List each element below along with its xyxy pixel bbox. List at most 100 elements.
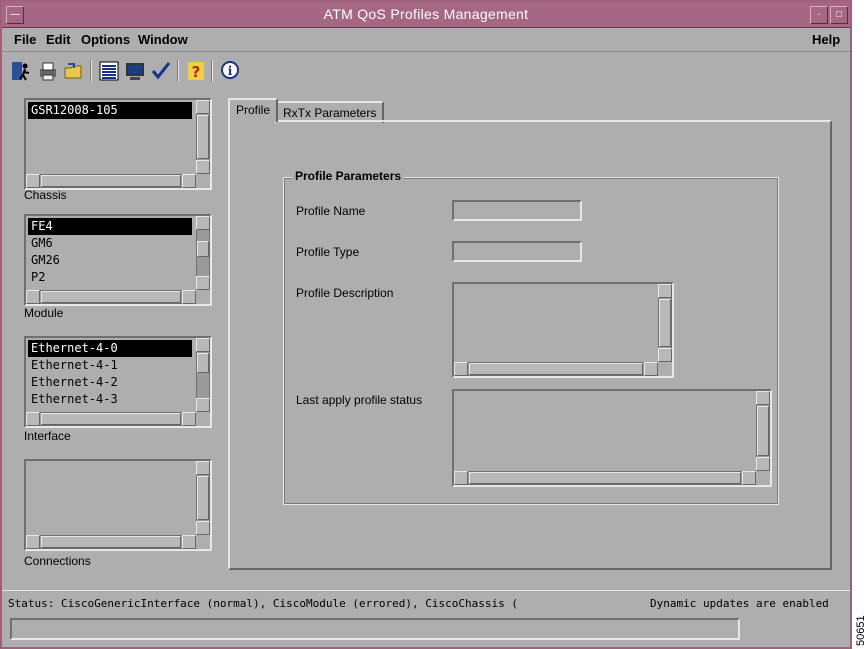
horizontal-scrollbar[interactable] <box>26 174 196 188</box>
scroll-left-arrow-icon[interactable] <box>454 471 468 485</box>
info-icon[interactable]: i <box>217 58 243 84</box>
printer-icon[interactable] <box>35 58 61 84</box>
last-apply-status-label: Last apply profile status <box>296 393 423 407</box>
vertical-scrollbar[interactable] <box>196 216 210 290</box>
scroll-thumb[interactable] <box>469 472 741 484</box>
title-bar[interactable]: — ATM QoS Profiles Management · □ <box>2 2 850 28</box>
open-folder-icon[interactable] <box>61 58 87 84</box>
connections-list[interactable] <box>24 459 212 551</box>
menu-options[interactable]: Options <box>81 32 130 47</box>
status-text: Status: CiscoGenericInterface (normal), … <box>8 597 518 610</box>
scroll-right-arrow-icon[interactable] <box>182 535 196 549</box>
scroll-down-arrow-icon[interactable] <box>196 521 210 535</box>
horizontal-scrollbar[interactable] <box>26 535 196 549</box>
scroll-thumb[interactable] <box>197 476 209 520</box>
toolbar-separator <box>90 60 92 82</box>
module-label: Module <box>24 306 64 320</box>
scroll-thumb[interactable] <box>41 291 181 303</box>
scroll-up-arrow-icon[interactable] <box>196 216 210 230</box>
scroll-down-arrow-icon[interactable] <box>196 276 210 290</box>
horizontal-scrollbar[interactable] <box>26 412 196 426</box>
scroll-down-arrow-icon[interactable] <box>756 457 770 471</box>
scroll-left-arrow-icon[interactable] <box>26 174 40 188</box>
scroll-up-arrow-icon[interactable] <box>196 100 210 114</box>
list-item[interactable]: Ethernet-4-0 <box>28 340 192 357</box>
scroll-thumb[interactable] <box>757 406 769 456</box>
menu-window[interactable]: Window <box>138 32 188 47</box>
vertical-scrollbar[interactable] <box>196 338 210 412</box>
scroll-right-arrow-icon[interactable] <box>182 290 196 304</box>
scroll-left-arrow-icon[interactable] <box>26 290 40 304</box>
last-apply-status-textarea[interactable] <box>452 389 772 487</box>
chassis-list[interactable]: GSR12008-105 <box>24 98 212 190</box>
scroll-thumb[interactable] <box>197 353 209 373</box>
status-message-field <box>10 618 740 640</box>
scroll-down-arrow-icon[interactable] <box>658 348 672 362</box>
vertical-scrollbar[interactable] <box>196 461 210 535</box>
interface-list[interactable]: Ethernet-4-0 Ethernet-4-1 Ethernet-4-2 E… <box>24 336 212 428</box>
svg-text:?: ? <box>192 63 201 81</box>
scroll-left-arrow-icon[interactable] <box>26 412 40 426</box>
list-item[interactable]: Ethernet-4-1 <box>28 357 192 374</box>
scroll-thumb[interactable] <box>659 299 671 347</box>
menu-edit[interactable]: Edit <box>46 32 71 47</box>
menu-help[interactable]: Help <box>812 32 840 47</box>
list-item[interactable]: Ethernet-4-3 <box>28 391 192 408</box>
scroll-up-arrow-icon[interactable] <box>756 391 770 405</box>
horizontal-scrollbar[interactable] <box>454 471 756 485</box>
help-icon[interactable]: ? <box>183 58 209 84</box>
exit-icon[interactable] <box>8 58 34 84</box>
list-item[interactable]: Ethernet-4-2 <box>28 374 192 391</box>
list-item[interactable]: P2 <box>28 269 192 286</box>
scroll-thumb[interactable] <box>41 536 181 548</box>
scroll-up-arrow-icon[interactable] <box>196 338 210 352</box>
module-list-items: FE4 GM6 GM26 P2 <box>28 218 192 286</box>
scroll-up-arrow-icon[interactable] <box>196 461 210 475</box>
monitor-icon[interactable] <box>122 58 148 84</box>
toolbar-separator <box>177 60 179 82</box>
scroll-thumb[interactable] <box>41 413 181 425</box>
minimize-button[interactable]: · <box>810 6 828 24</box>
profile-description-textarea[interactable] <box>452 282 674 378</box>
vertical-scrollbar[interactable] <box>756 391 770 471</box>
status-bar: Status: CiscoGenericInterface (normal), … <box>2 590 850 647</box>
list-item[interactable]: GM26 <box>28 252 192 269</box>
menu-file[interactable]: File <box>14 32 36 47</box>
scroll-up-arrow-icon[interactable] <box>658 284 672 298</box>
interface-list-items: Ethernet-4-0 Ethernet-4-1 Ethernet-4-2 E… <box>28 340 192 408</box>
scroll-thumb[interactable] <box>197 115 209 159</box>
profile-description-label: Profile Description <box>296 286 394 300</box>
scroll-thumb[interactable] <box>469 363 643 375</box>
list-item[interactable]: GSR12008-105 <box>28 102 192 119</box>
scroll-down-arrow-icon[interactable] <box>196 398 210 412</box>
toolbar: ? i <box>2 54 850 88</box>
maximize-button[interactable]: □ <box>830 6 848 24</box>
vertical-scrollbar[interactable] <box>196 100 210 174</box>
scroll-thumb[interactable] <box>41 175 181 187</box>
horizontal-scrollbar[interactable] <box>454 362 658 376</box>
module-list[interactable]: FE4 GM6 GM26 P2 <box>24 214 212 306</box>
profile-name-label: Profile Name <box>296 204 366 218</box>
checkmark-icon[interactable] <box>148 58 174 84</box>
scroll-right-arrow-icon[interactable] <box>182 174 196 188</box>
scroll-down-arrow-icon[interactable] <box>196 160 210 174</box>
profile-name-field[interactable] <box>452 200 582 221</box>
vertical-scrollbar[interactable] <box>658 284 672 362</box>
list-icon[interactable] <box>96 58 122 84</box>
scroll-left-arrow-icon[interactable] <box>454 362 468 376</box>
scroll-thumb[interactable] <box>197 241 209 257</box>
list-item[interactable]: GM6 <box>28 235 192 252</box>
interface-label: Interface <box>24 429 71 443</box>
scroll-right-arrow-icon[interactable] <box>644 362 658 376</box>
chassis-label: Chassis <box>24 188 67 202</box>
profile-type-field[interactable] <box>452 241 582 262</box>
horizontal-scrollbar[interactable] <box>26 290 196 304</box>
svg-text:i: i <box>228 64 233 78</box>
scroll-left-arrow-icon[interactable] <box>26 535 40 549</box>
scroll-right-arrow-icon[interactable] <box>182 412 196 426</box>
tab-profile[interactable]: Profile <box>228 98 279 122</box>
scroll-right-arrow-icon[interactable] <box>742 471 756 485</box>
list-item[interactable]: FE4 <box>28 218 192 235</box>
toolbar-separator <box>211 60 213 82</box>
menu-bar: File Edit Options Window Help <box>2 29 850 52</box>
